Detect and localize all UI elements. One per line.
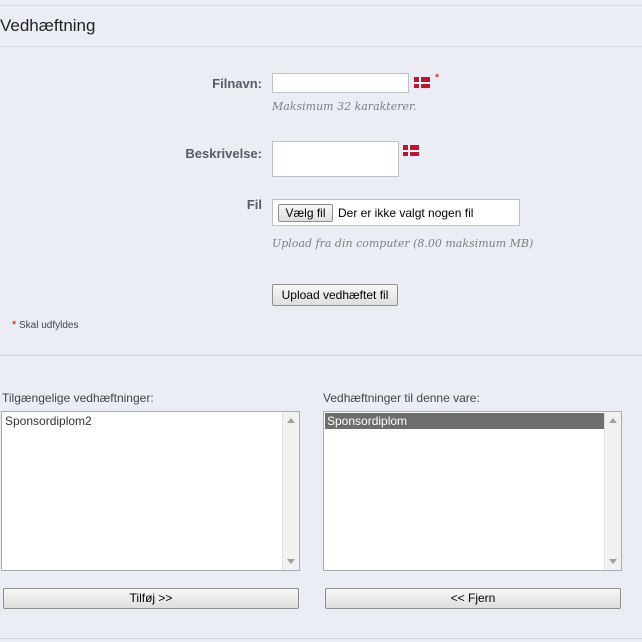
required-asterisk: * bbox=[435, 72, 440, 84]
list-item[interactable]: Sponsordiplom2 bbox=[3, 413, 94, 429]
filename-hint: Maksimum 32 karakterer. bbox=[272, 100, 417, 113]
file-hint: Upload fra din computer (8.00 maksimum M… bbox=[272, 237, 534, 250]
scroll-up-icon[interactable] bbox=[287, 418, 295, 423]
bottom-divider bbox=[0, 638, 642, 639]
description-label: Beskrivelse: bbox=[185, 146, 262, 161]
scrollbar[interactable] bbox=[282, 412, 299, 570]
assigned-attachments-list[interactable]: Sponsordiplom bbox=[323, 411, 622, 571]
file-input[interactable]: Vælg fil Der er ikke valgt nogen fil bbox=[272, 199, 520, 226]
assigned-attachments-label: Vedhæftninger til denne vare: bbox=[323, 391, 480, 405]
danish-flag-icon[interactable] bbox=[403, 145, 419, 156]
list-item-selected[interactable]: Sponsordiplom bbox=[325, 413, 605, 429]
filename-input[interactable] bbox=[272, 73, 409, 93]
scroll-down-icon[interactable] bbox=[609, 559, 617, 564]
scroll-up-icon[interactable] bbox=[609, 418, 617, 423]
upload-attachment-button[interactable]: Upload vedhæftet fil bbox=[272, 284, 398, 306]
description-textarea[interactable] bbox=[272, 141, 399, 177]
add-attachment-button[interactable]: Tilføj >> bbox=[3, 588, 299, 609]
section-divider bbox=[0, 355, 642, 356]
filename-label: Filnavn: bbox=[212, 76, 262, 91]
required-note-asterisk: * bbox=[12, 319, 17, 331]
panel-header: Vedhæftning bbox=[0, 5, 642, 47]
file-status: Der er ikke valgt nogen fil bbox=[338, 206, 474, 220]
available-attachments-label: Tilgængelige vedhæftninger: bbox=[2, 391, 154, 405]
file-label: Fil bbox=[246, 197, 262, 212]
remove-attachment-button[interactable]: << Fjern bbox=[325, 588, 621, 609]
scroll-down-icon[interactable] bbox=[287, 559, 295, 564]
choose-file-button[interactable]: Vælg fil bbox=[278, 204, 333, 222]
available-attachments-list[interactable]: Sponsordiplom2 bbox=[1, 411, 300, 571]
scrollbar[interactable] bbox=[604, 412, 621, 570]
panel-title: Vedhæftning bbox=[0, 16, 96, 35]
required-note: Skal udfyldes bbox=[19, 320, 79, 331]
danish-flag-icon[interactable] bbox=[414, 77, 430, 88]
